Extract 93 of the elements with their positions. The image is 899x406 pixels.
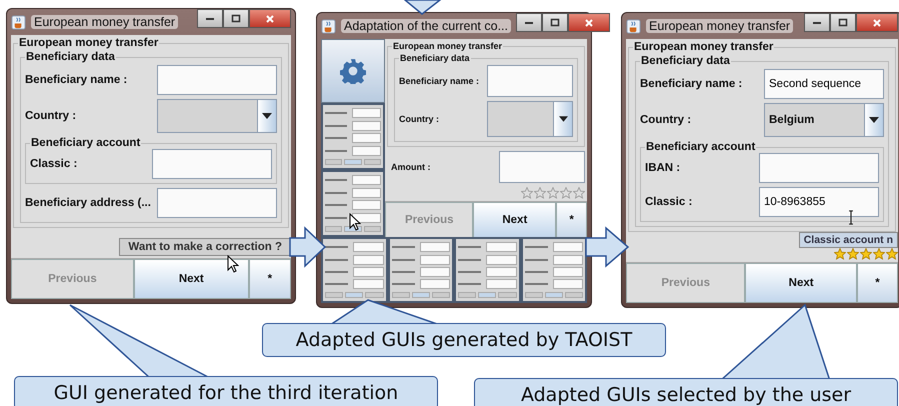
gui-thumbnail-drawing[interactable] xyxy=(388,237,454,303)
gui-thumbnail-drawing[interactable] xyxy=(321,103,385,170)
nav-button[interactable]: * xyxy=(856,263,898,303)
field-label: Country : xyxy=(399,114,439,124)
callout-tail xyxy=(402,0,442,15)
java-cup-icon xyxy=(11,14,26,30)
maximize-button[interactable] xyxy=(223,9,249,28)
minimize-icon xyxy=(525,22,533,24)
section-title: Beneficiary data xyxy=(399,53,471,63)
close-icon xyxy=(265,14,275,24)
star-icon xyxy=(847,248,859,260)
field-label: Classic : xyxy=(30,158,78,170)
text-field[interactable] xyxy=(487,65,573,97)
star-icon xyxy=(573,187,585,199)
caret-icon xyxy=(869,117,879,123)
text-field[interactable] xyxy=(152,149,272,179)
star-icon xyxy=(521,187,533,199)
form-title: European money transfer xyxy=(18,37,160,49)
text-field[interactable] xyxy=(157,188,277,218)
caret-icon xyxy=(558,116,568,122)
minimize-button[interactable] xyxy=(804,13,830,32)
text-cursor-icon xyxy=(848,210,854,225)
minimize-icon xyxy=(206,18,214,20)
callout-label: GUI generated for the third iteration xyxy=(14,376,438,406)
caret-icon xyxy=(262,113,272,119)
section-title: Beneficiary data xyxy=(640,55,731,67)
window-title: Adaptation of the current co... xyxy=(341,19,511,33)
minimize-icon xyxy=(813,22,821,24)
window-title: European money transfer xyxy=(646,19,794,33)
country-dropdown[interactable] xyxy=(157,99,277,133)
star-icon xyxy=(534,187,546,199)
right-arrow-icon xyxy=(585,226,630,268)
section-title: Beneficiary data xyxy=(25,51,116,63)
gui-thumbnail-drawing[interactable] xyxy=(321,170,385,237)
star-rating[interactable] xyxy=(521,187,585,199)
maximize-button[interactable] xyxy=(830,13,856,32)
close-button[interactable] xyxy=(249,9,291,28)
field-label: Classic : xyxy=(645,196,692,208)
nav-button[interactable]: Next xyxy=(473,202,556,238)
maximize-button[interactable] xyxy=(542,13,568,32)
nav-button[interactable]: Next xyxy=(134,259,249,299)
gui-thumbnail-drawing[interactable] xyxy=(454,237,520,303)
field-label: Country : xyxy=(640,114,692,126)
maximize-icon xyxy=(550,18,560,28)
window-title: European money transfer xyxy=(31,15,178,29)
group-title: Beneficiary account xyxy=(645,141,756,153)
text-field[interactable]: Second sequence xyxy=(764,69,884,99)
form-title: European money transfer xyxy=(633,41,774,53)
nav-button[interactable]: * xyxy=(248,259,291,299)
field-label: Beneficiary name : xyxy=(399,76,480,86)
right-arrow-icon xyxy=(289,226,326,268)
settings-tile[interactable] xyxy=(321,39,385,103)
group-title: Beneficiary account xyxy=(30,137,142,149)
mouse-pointer-icon xyxy=(349,213,361,231)
field-label: Beneficiary address (... xyxy=(25,197,151,209)
tooltip: Classic account n xyxy=(798,232,898,248)
text-field[interactable] xyxy=(499,151,585,183)
text-field[interactable]: 10-8963855 xyxy=(759,187,879,217)
field-label: Amount : xyxy=(391,162,430,172)
star-icon xyxy=(560,187,572,199)
nav-button[interactable]: Next xyxy=(745,263,857,303)
gui-thumbnail-drawing[interactable] xyxy=(321,237,388,303)
star-icon xyxy=(547,187,559,199)
field-label: IBAN : xyxy=(645,162,680,174)
callout-label: Adapted GUIs selected by the user xyxy=(474,378,898,406)
text-field[interactable] xyxy=(759,153,879,183)
close-icon xyxy=(584,18,594,28)
field-label: Beneficiary name : xyxy=(25,74,128,86)
gear-icon xyxy=(340,58,366,84)
tooltip: Want to make a correction ? xyxy=(119,238,291,256)
form-title: European money transfer xyxy=(392,41,504,51)
gui-thumbnail-drawing[interactable] xyxy=(520,237,587,303)
minimize-button[interactable] xyxy=(197,9,223,28)
star-icon xyxy=(834,248,846,260)
close-icon xyxy=(872,18,882,28)
star-rating[interactable] xyxy=(834,248,898,260)
java-cup-icon xyxy=(321,18,336,34)
maximize-icon xyxy=(231,14,241,24)
nav-button[interactable]: * xyxy=(556,202,587,238)
maximize-icon xyxy=(838,18,848,28)
country-dropdown[interactable] xyxy=(487,101,573,137)
star-icon xyxy=(873,248,885,260)
text-field[interactable] xyxy=(157,65,277,95)
country-dropdown[interactable]: Belgium xyxy=(764,103,884,137)
close-button[interactable] xyxy=(856,13,898,32)
field-label: Country : xyxy=(25,110,76,122)
star-icon xyxy=(886,248,898,260)
java-cup-icon xyxy=(626,18,641,34)
star-icon xyxy=(860,248,872,260)
mouse-pointer-icon xyxy=(227,255,239,273)
close-button[interactable] xyxy=(568,13,610,32)
minimize-button[interactable] xyxy=(516,13,542,32)
field-label: Beneficiary name : xyxy=(640,78,742,90)
